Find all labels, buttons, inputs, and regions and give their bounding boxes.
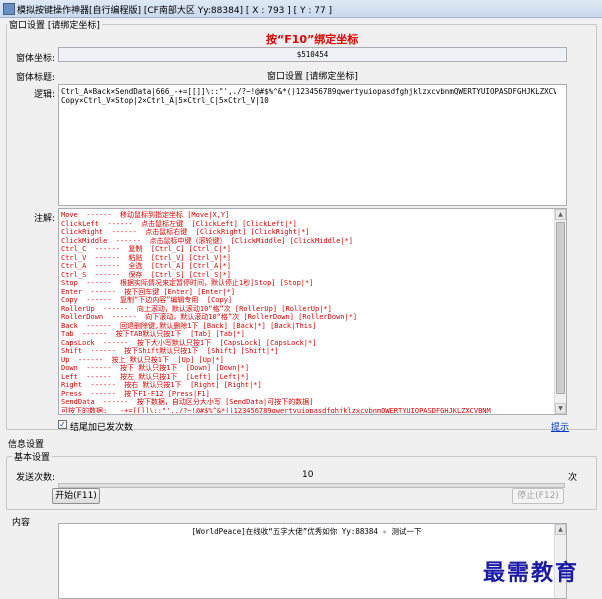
notes-line: RollerUp ------ 向上滚动，默认滚动10“格”次 [RollerU… [61, 304, 332, 313]
content-text: [WorldPeace]在线收“五字大佬”优秀如你 Yy:88384 ✧ 测试一… [191, 527, 422, 536]
notes-line: CapsLock ------ 按下大小写默认只按1下 [CapsLock] [… [61, 338, 317, 347]
notes-scrollbar[interactable]: ▲ ▼ [554, 209, 566, 414]
coord-field[interactable]: $510454 [58, 47, 567, 62]
logic-textarea[interactable]: Ctrl_A×Back×SendData|666_-+=[[]]\::"',./… [58, 84, 567, 206]
content-label: 内容 [12, 518, 31, 528]
basic-settings-label: 基本设置 [12, 450, 53, 463]
notes-line: ClickMiddle ------ 点击鼠标中键（滚轮键） [ClickMid… [61, 236, 353, 245]
caption-value: 窗口设置 [请绑定坐标] [267, 72, 358, 82]
caption-label: 窗体标题: [16, 73, 56, 83]
notes-line: Ctrl_S ------ 保存 [Ctrl_S] [Ctrl_S|*] [61, 270, 231, 279]
send-count-value: 10 [302, 470, 314, 480]
notes-line: Shift ------ 按下Shift默认只按1下 [Shift] [Shif… [61, 347, 279, 355]
notes-line: RollerDown ------ 向下滚动，默认滚动10“格”次 [Rolle… [61, 313, 358, 321]
content-scroll-up-icon[interactable]: ▲ [555, 524, 566, 535]
coord-label: 窗体坐标: [16, 54, 56, 64]
send-count-slider[interactable] [58, 483, 565, 488]
send-count-unit: 次 [568, 473, 578, 483]
notes-line: ClickLeft ------ 点击鼠标左键 [ClickLeft] [Cli… [61, 219, 297, 228]
append-count-checkbox[interactable]: ✓ [58, 420, 67, 429]
notes-line: Left ------ 按左 默认只按1下 [Left] [Left|*] [61, 372, 250, 381]
notes-line: Down ------ 按下 默认只按1下 [Down] [Down|*] [61, 364, 250, 372]
notes-line: Ctrl_C ------ 复制 [Ctrl_C] [Ctrl_C|*] [61, 245, 231, 253]
logic-label: 逻辑: [34, 90, 56, 100]
window-title: 模拟按键操作神器[自行编程版] [CF南部大区 Yy:88384] [ X : … [17, 6, 333, 16]
notes-line: Up ------ 按上 默认只按1下 [Up] [Up|*] [61, 355, 224, 364]
scroll-down-icon[interactable]: ▼ [555, 403, 566, 414]
notes-line: Move ------ 移动鼠标到指定坐标 [Move|X,Y] [61, 211, 230, 219]
hotkey-prompt: 按“F10”绑定坐标 [266, 33, 359, 46]
notes-line: ClickRight ------ 点击鼠标右键 [ClickRight] [C… [61, 228, 310, 236]
send-count-label: 发送次数: [16, 473, 56, 483]
notes-line: 可按下的数据: _-+=[[]]\::"',./?~!@#$%^&*()1234… [61, 406, 491, 414]
notes-text: Move ------ 移动鼠标到指定坐标 [Move|X,Y] ClickLef… [61, 211, 551, 413]
title-bar: 模拟按键操作神器[自行编程版] [CF南部大区 Yy:88384] [ X : … [0, 0, 602, 18]
notes-line: Press ------ 按下F1-F12 [Press|F1] [61, 389, 210, 398]
app-icon [3, 3, 15, 15]
notes-textarea[interactable]: Move ------ 移动鼠标到指定坐标 [Move|X,Y] ClickLef… [58, 208, 567, 415]
notes-line: Back ------ 回退删除键,默认删除1下 [Back] [Back|*]… [61, 321, 317, 330]
notes-line: Enter ------ 按下回车键 [Enter] [Enter|*] [61, 287, 236, 296]
caption-field[interactable]: 窗口设置 [请绑定坐标] [58, 66, 567, 82]
coord-value: $510454 [296, 50, 329, 59]
info-settings-label: 信息设置 [8, 440, 45, 450]
notes-line: SendData ------ 按下数据，自动区分大小写 [SendData|可… [61, 398, 314, 406]
scroll-thumb[interactable] [556, 222, 565, 394]
reminder-link[interactable]: 提示 [551, 420, 569, 433]
notes-line: Ctrl_A ------ 全选 [Ctrl_A] [Ctrl_A|*] [61, 262, 231, 270]
notes-line: Ctrl_V ------ 粘贴 [Ctrl_V] [Ctrl_V|*] [61, 253, 231, 262]
checkmark-icon: ✓ [59, 420, 66, 429]
notes-label: 注解: [34, 214, 56, 224]
window-settings-label: 窗口设置 [请绑定坐标] [7, 18, 102, 31]
stop-button[interactable]: 停止(F12) [512, 488, 564, 504]
notes-line: Copy ------ 复制“下边内容”编辑专用 [Copy] [61, 296, 233, 304]
notes-line: Right ------ 按右 默认只按1下 [Right] [Right|*] [61, 381, 262, 389]
start-button[interactable]: 开始(F11) [52, 488, 100, 504]
append-count-label: 结尾加已发次数 [70, 423, 134, 433]
notes-line: Tab ------ 按下TAB默认只按1下 [Tab] [Tab|*] [61, 330, 245, 338]
scroll-up-icon[interactable]: ▲ [555, 209, 566, 220]
logic-text: Ctrl_A×Back×SendData|666_-+=[[]]\::"',./… [61, 87, 556, 105]
notes-line: Stop ------ 根据实际情况来定暂停时间，默认停止1秒[Stop] [S… [61, 279, 314, 287]
watermark-logo: 最需教育 [483, 560, 580, 586]
